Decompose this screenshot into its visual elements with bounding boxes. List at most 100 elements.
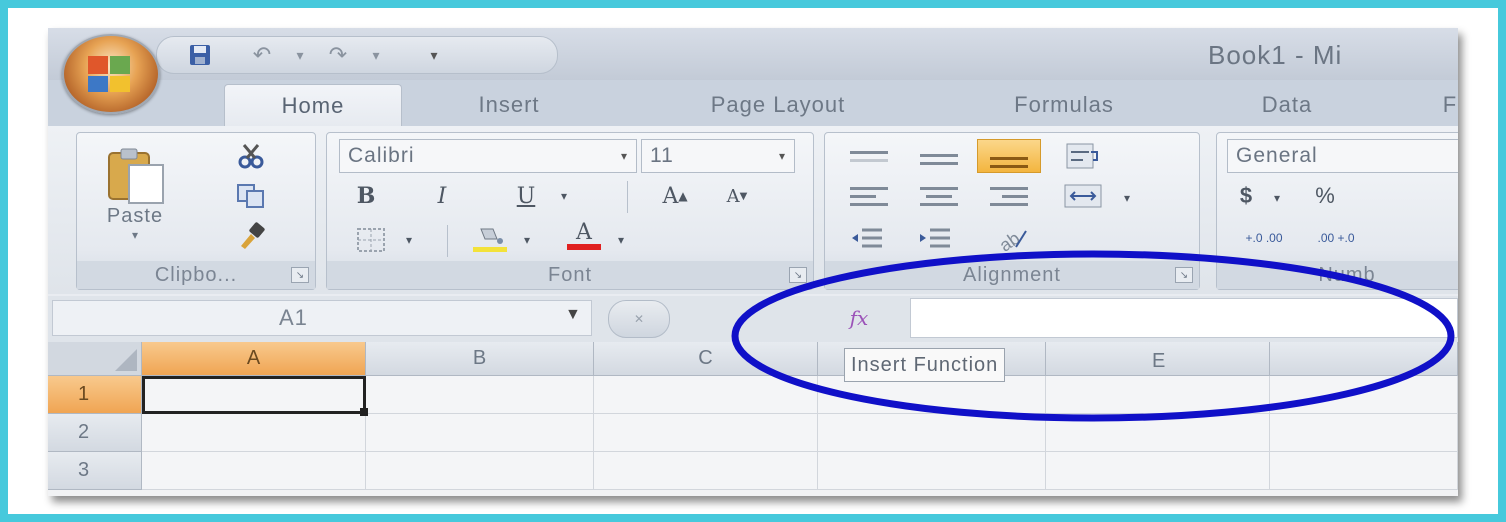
clipboard-group-label: Clipbo... <box>77 261 315 289</box>
paste-button[interactable]: Paste ▾ <box>87 139 183 249</box>
font-name-value: Calibri <box>348 144 415 167</box>
tab-insert[interactable]: Insert <box>440 84 578 126</box>
underline-button[interactable]: U <box>505 179 547 213</box>
customize-qat-icon[interactable]: ▾ <box>419 41 449 69</box>
font-size-value: 11 <box>650 144 674 167</box>
cell[interactable] <box>142 452 366 490</box>
grow-font-button[interactable]: A ▲ <box>651 179 699 213</box>
insert-function-button[interactable]: fx <box>838 300 880 336</box>
font-size-dropdown-icon[interactable]: ▾ <box>779 149 786 163</box>
cell[interactable] <box>1046 414 1270 452</box>
tab-data[interactable]: Data <box>1228 84 1346 126</box>
cell[interactable] <box>818 414 1046 452</box>
italic-button[interactable]: I <box>421 179 463 213</box>
alignment-launcher-icon[interactable]: ↘ <box>1175 267 1193 283</box>
office-button[interactable] <box>62 34 160 114</box>
orientation-icon: ab <box>996 228 1027 251</box>
shrink-font-button[interactable]: A ▼ <box>713 179 761 213</box>
row-header-1[interactable]: 1 <box>48 376 142 414</box>
window-title: Book1 - Mi <box>1208 40 1343 70</box>
column-header-f[interactable] <box>1270 342 1458 376</box>
increase-decimal-label: +.0 .00 <box>1245 231 1283 245</box>
align-right-button[interactable] <box>977 179 1041 213</box>
formula-cancel-button[interactable]: ✕ <box>608 300 670 338</box>
cell[interactable] <box>1270 414 1458 452</box>
select-all-button[interactable] <box>48 342 142 376</box>
cell[interactable] <box>1046 376 1270 414</box>
column-header-b[interactable]: B <box>366 342 594 376</box>
wrap-text-button[interactable] <box>1051 139 1115 173</box>
font-color-button[interactable]: A <box>559 219 609 253</box>
cell[interactable] <box>366 414 594 452</box>
decrease-indent-button[interactable] <box>837 221 897 255</box>
fill-color-button[interactable] <box>465 221 515 255</box>
underline-dropdown-icon[interactable]: ▾ <box>553 179 575 213</box>
redo-dropdown-icon[interactable]: ▾ <box>361 41 391 69</box>
number-format-value: General <box>1236 144 1318 167</box>
bold-button[interactable]: B <box>345 179 387 213</box>
row-header-3[interactable]: 3 <box>48 452 142 490</box>
undo-icon[interactable]: ↶ <box>247 41 277 69</box>
tab-home[interactable]: Home <box>224 84 402 127</box>
cell[interactable] <box>366 452 594 490</box>
align-center-button[interactable] <box>907 179 971 213</box>
column-header-c[interactable]: C <box>594 342 818 376</box>
cut-button[interactable] <box>229 139 273 173</box>
align-top-button[interactable] <box>837 139 901 173</box>
number-format-combobox[interactable]: General <box>1227 139 1458 173</box>
cell[interactable] <box>594 414 818 452</box>
font-name-dropdown-icon[interactable]: ▾ <box>621 149 628 163</box>
tab-page-layout[interactable]: Page Layout <box>658 84 898 126</box>
merge-dropdown-icon[interactable]: ▾ <box>1117 181 1137 215</box>
orientation-button[interactable]: ab <box>979 221 1043 255</box>
tab-review[interactable]: F <box>1430 84 1458 126</box>
font-color-dropdown-icon[interactable]: ▾ <box>611 223 631 257</box>
cell[interactable] <box>1270 452 1458 490</box>
align-bottom-button[interactable] <box>977 139 1041 173</box>
increase-indent-button[interactable] <box>905 221 965 255</box>
cell[interactable] <box>594 376 818 414</box>
font-color-swatch <box>567 244 601 250</box>
name-box-dropdown-icon[interactable]: ▼ <box>565 306 581 324</box>
fill-color-dropdown-icon[interactable]: ▾ <box>517 223 537 257</box>
cell[interactable] <box>594 452 818 490</box>
paste-dropdown-icon[interactable]: ▾ <box>132 228 138 242</box>
quick-access-toolbar: ↶ ▾ ↷ ▾ ▾ <box>156 36 558 74</box>
format-painter-button[interactable] <box>229 219 273 253</box>
formula-input[interactable] <box>910 298 1458 338</box>
currency-dropdown-icon[interactable]: ▾ <box>1267 181 1287 215</box>
font-name-combobox[interactable]: Calibri ▾ <box>339 139 637 173</box>
cell[interactable] <box>142 414 366 452</box>
percent-button[interactable]: % <box>1305 179 1345 213</box>
name-box-value: A1 <box>279 305 308 330</box>
font-size-combobox[interactable]: 11 ▾ <box>641 139 795 173</box>
column-header-a[interactable]: A <box>142 342 366 376</box>
decrease-decimal-button[interactable]: .00 +.0 <box>1301 221 1371 255</box>
font-launcher-icon[interactable]: ↘ <box>789 267 807 283</box>
align-middle-button[interactable] <box>907 139 971 173</box>
tooltip-text: Insert Function <box>851 353 999 376</box>
name-box[interactable]: A1 ▼ <box>52 300 592 336</box>
increase-decimal-button[interactable]: +.0 .00 <box>1229 221 1299 255</box>
cell[interactable] <box>1046 452 1270 490</box>
cell[interactable] <box>818 452 1046 490</box>
excel-window: ↶ ▾ ↷ ▾ ▾ Book1 - Mi Home Insert Page La… <box>48 28 1458 496</box>
save-icon[interactable] <box>185 41 215 69</box>
fill-handle[interactable] <box>360 408 368 416</box>
copy-button[interactable] <box>229 179 273 213</box>
row-header-2[interactable]: 2 <box>48 414 142 452</box>
scissors-icon <box>238 144 264 169</box>
font-separator <box>627 181 628 213</box>
redo-icon[interactable]: ↷ <box>323 41 353 69</box>
active-cell-a1[interactable] <box>142 376 366 414</box>
tab-formulas[interactable]: Formulas <box>972 84 1156 126</box>
merge-center-button[interactable] <box>1051 179 1115 213</box>
cell[interactable] <box>1270 376 1458 414</box>
borders-dropdown-icon[interactable]: ▾ <box>399 223 419 257</box>
currency-button[interactable]: $ <box>1231 179 1261 213</box>
cell[interactable] <box>366 376 594 414</box>
clipboard-launcher-icon[interactable]: ↘ <box>291 267 309 283</box>
borders-button[interactable] <box>349 223 393 257</box>
align-left-button[interactable] <box>837 179 901 213</box>
undo-dropdown-icon[interactable]: ▾ <box>285 41 315 69</box>
